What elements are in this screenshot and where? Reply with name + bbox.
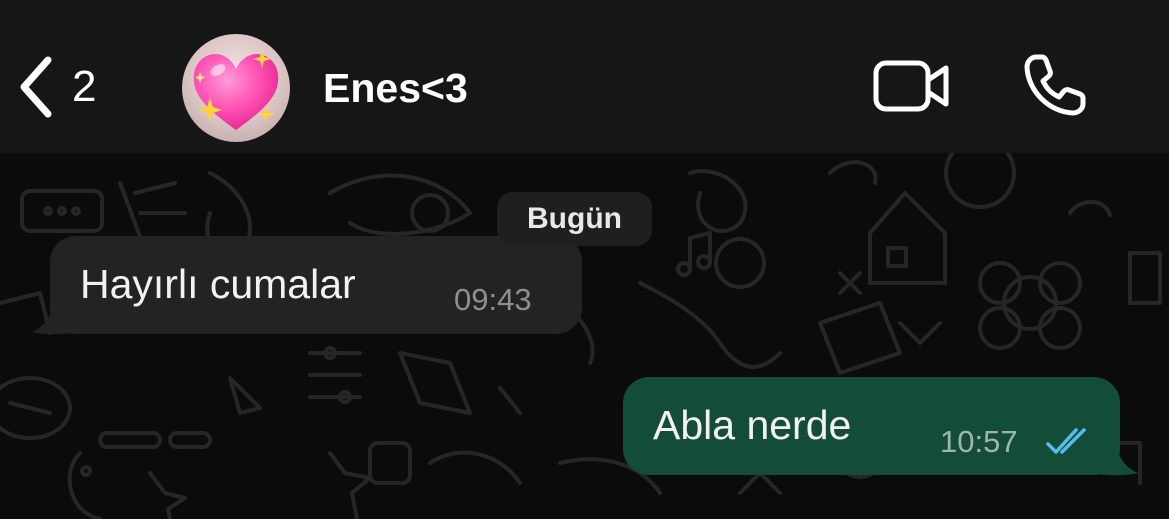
video-call-button[interactable] <box>872 58 952 114</box>
outgoing-message-bubble[interactable]: Abla nerde 10:57 <box>623 377 1120 475</box>
voice-call-button[interactable] <box>1022 52 1088 118</box>
back-button[interactable]: 2 <box>18 52 96 122</box>
double-check-read-icon <box>1046 428 1086 454</box>
chat-header: 2 Enes<3 <box>0 0 1169 153</box>
avatar[interactable] <box>182 34 290 142</box>
phone-icon <box>1024 54 1086 116</box>
contact-name[interactable]: Enes<3 <box>323 64 468 112</box>
chat-screen: 2 Enes<3 Bugün Hayırlı cumalar 09:43 Abl… <box>0 0 1169 519</box>
message-text: Hayırlı cumalar <box>80 261 356 307</box>
video-camera-icon <box>873 60 949 112</box>
message-text: Abla nerde <box>653 402 852 448</box>
incoming-message-bubble[interactable]: Hayırlı cumalar 09:43 <box>50 236 582 334</box>
unread-count: 2 <box>72 62 97 111</box>
chevron-left-icon <box>18 56 54 118</box>
message-time: 09:43 <box>454 282 532 317</box>
date-badge: Bugün <box>497 192 652 246</box>
sparkling-heart-icon <box>193 50 279 130</box>
message-time: 10:57 <box>940 424 1018 459</box>
